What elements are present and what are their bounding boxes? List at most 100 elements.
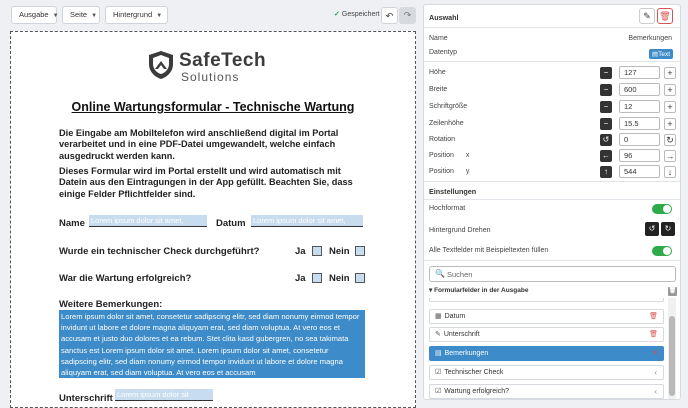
remarks-label: Weitere Bemerkungen: [59,299,163,310]
arrow-right-icon: → [665,151,675,161]
font-size-input[interactable]: 12 [619,100,660,113]
font-size-decrease-button[interactable]: − [600,101,612,113]
intro-paragraph-1: Die Eingabe am Mobiltelefon wird anschli… [59,128,339,161]
caret-down-icon: ▼ [91,13,98,19]
font-size-increase-button[interactable]: + [664,101,676,113]
name-prop-value: Bemerkungen [628,35,672,42]
save-status-label: Gespeichert [341,11,380,18]
position-x-input[interactable]: 96 [619,149,660,162]
line-height-input[interactable]: 15.5 [619,117,660,130]
signature-field[interactable]: Lorem ipsum dolor sit [115,389,213,401]
rotate-left-button[interactable]: ↺ [600,134,612,146]
divider [424,181,680,182]
list-item-datum[interactable]: ▦ Datum 🗑 [429,309,664,324]
date-field[interactable]: Lorem ipsum dolor sit amet, [251,215,363,227]
field-list-scrollbar[interactable] [668,298,676,399]
field-group-header[interactable]: ▾ Formularfelder in der Ausgabe 🗑 [429,286,677,296]
list-item-label: Datum [444,313,466,320]
document-title: Online Wartungsformular - Technische War… [71,100,355,114]
position-y-down-button[interactable]: ↓ [664,166,676,178]
position-x-left-button[interactable]: ← [600,150,612,162]
search-placeholder: Suchen [447,270,473,279]
technical-check-yes-checkbox[interactable] [312,246,322,256]
height-label: Höhe [429,69,446,76]
list-item-label: Bemerkungen [444,350,489,357]
list-item-wartung-erfolgreich[interactable]: ☑ Wartung erfolgreich? ‹ [429,384,664,399]
line-height-increase-button[interactable]: + [664,118,676,130]
field-list: ▦ Datum 🗑 ✎ Unterschrift 🗑 ▤ Bemerkungen ✕ … [429,298,667,399]
list-item-bemerkungen[interactable]: ▤ Bemerkungen ✕ [429,346,664,361]
divider [424,27,680,28]
list-item-technischer-check[interactable]: ☑ Technischer Check ‹ [429,365,664,380]
position-label: Position [429,152,454,159]
yes-label: Ja [295,273,306,284]
check-icon: ✓ [334,11,340,18]
rotate-background-right-button[interactable]: ↻ [661,222,675,236]
rotation-input[interactable]: 0 [619,133,660,146]
chevron-left-icon[interactable]: ‹ [654,385,657,398]
list-item-label: Unterschrift [443,331,480,338]
redo-icon: ↷ [403,10,412,20]
maintenance-success-yes-checkbox[interactable] [312,273,322,283]
save-status: ✓ Gespeichert [334,10,380,18]
trash-icon: 🗑 [668,288,677,294]
toolbar: Ausgabe ▼ Seite ▼ Hintergrund ▼ ✓ Gespeicher… [6,6,418,26]
field-search[interactable]: 🔍 Suchen [429,266,676,282]
rotate-background-left-button[interactable]: ↺ [645,222,659,236]
group-delete-button[interactable]: 🗑 [668,287,677,296]
output-dropdown[interactable]: Ausgabe ▼ [11,6,59,24]
position-x-right-button[interactable]: → [664,150,676,162]
position-y-up-button[interactable]: ↑ [600,166,612,178]
portrait-toggle[interactable] [652,204,672,214]
datatype-value: Text [658,51,670,58]
position-x-label: Position x [429,152,469,159]
width-decrease-button[interactable]: − [600,84,612,96]
divider [424,260,680,261]
datatype-badge: ▤Text [648,49,673,59]
list-item-partial [429,298,664,302]
rotate-left-icon: ↺ [602,135,610,144]
line-height-label: Zeilenhöhe [429,120,464,127]
divider [424,199,680,200]
rotation-label: Rotation [429,136,456,143]
portrait-label: Hochformat [429,205,466,212]
chevron-left-icon[interactable]: ‹ [654,366,657,379]
rotate-background-label: Hintergrund Drehen [429,227,491,234]
position-y-input[interactable]: 544 [619,165,660,178]
fill-sample-text-toggle[interactable] [652,246,672,256]
caret-down-icon: ▼ [52,13,59,19]
caret-down-icon: ▼ [156,13,163,19]
line-height-decrease-button[interactable]: − [600,118,612,130]
no-label: Nein [329,273,350,284]
width-increase-button[interactable]: + [664,84,676,96]
remarks-field[interactable]: Lorem ipsum dolor sit amet, consetetur s… [59,310,365,378]
name-field[interactable]: Lorem ipsum dolor sit amet, [89,215,207,227]
scrollbar-thumb[interactable] [669,316,675,396]
text-icon: ▤ [435,350,442,357]
delete-button[interactable]: 🗑 [657,8,673,24]
height-increase-button[interactable]: + [664,67,676,79]
edit-button[interactable]: ✎ [639,8,655,24]
trash-icon[interactable]: 🗑 [649,310,658,323]
output-dropdown-label: Ausgabe [19,10,49,19]
list-item-label: Wartung erfolgreich? [444,388,509,395]
redo-button[interactable]: ↷ [399,7,416,24]
height-decrease-button[interactable]: − [600,67,612,79]
search-icon: 🔍 [435,269,445,278]
name-label: Name [59,218,85,229]
background-dropdown[interactable]: Hintergrund ▼ [105,6,168,24]
rotate-right-button[interactable]: ↻ [664,134,676,146]
height-input[interactable]: 127 [619,66,660,79]
date-label: Datum [216,218,246,229]
page-dropdown[interactable]: Seite ▼ [62,6,100,24]
list-item-unterschrift[interactable]: ✎ Unterschrift 🗑 [429,327,664,342]
undo-button[interactable]: ↶ [381,7,398,24]
font-size-label: Schriftgröße [429,103,468,110]
trash-icon[interactable]: 🗑 [649,328,658,341]
width-input[interactable]: 600 [619,83,660,96]
page-dropdown-label: Seite [70,10,88,19]
technical-check-no-checkbox[interactable] [355,246,365,256]
maintenance-success-no-checkbox[interactable] [355,273,365,283]
close-icon[interactable]: ✕ [652,347,658,360]
question-technical-check: Wurde ein technischer Check durchgeführt… [59,246,260,257]
